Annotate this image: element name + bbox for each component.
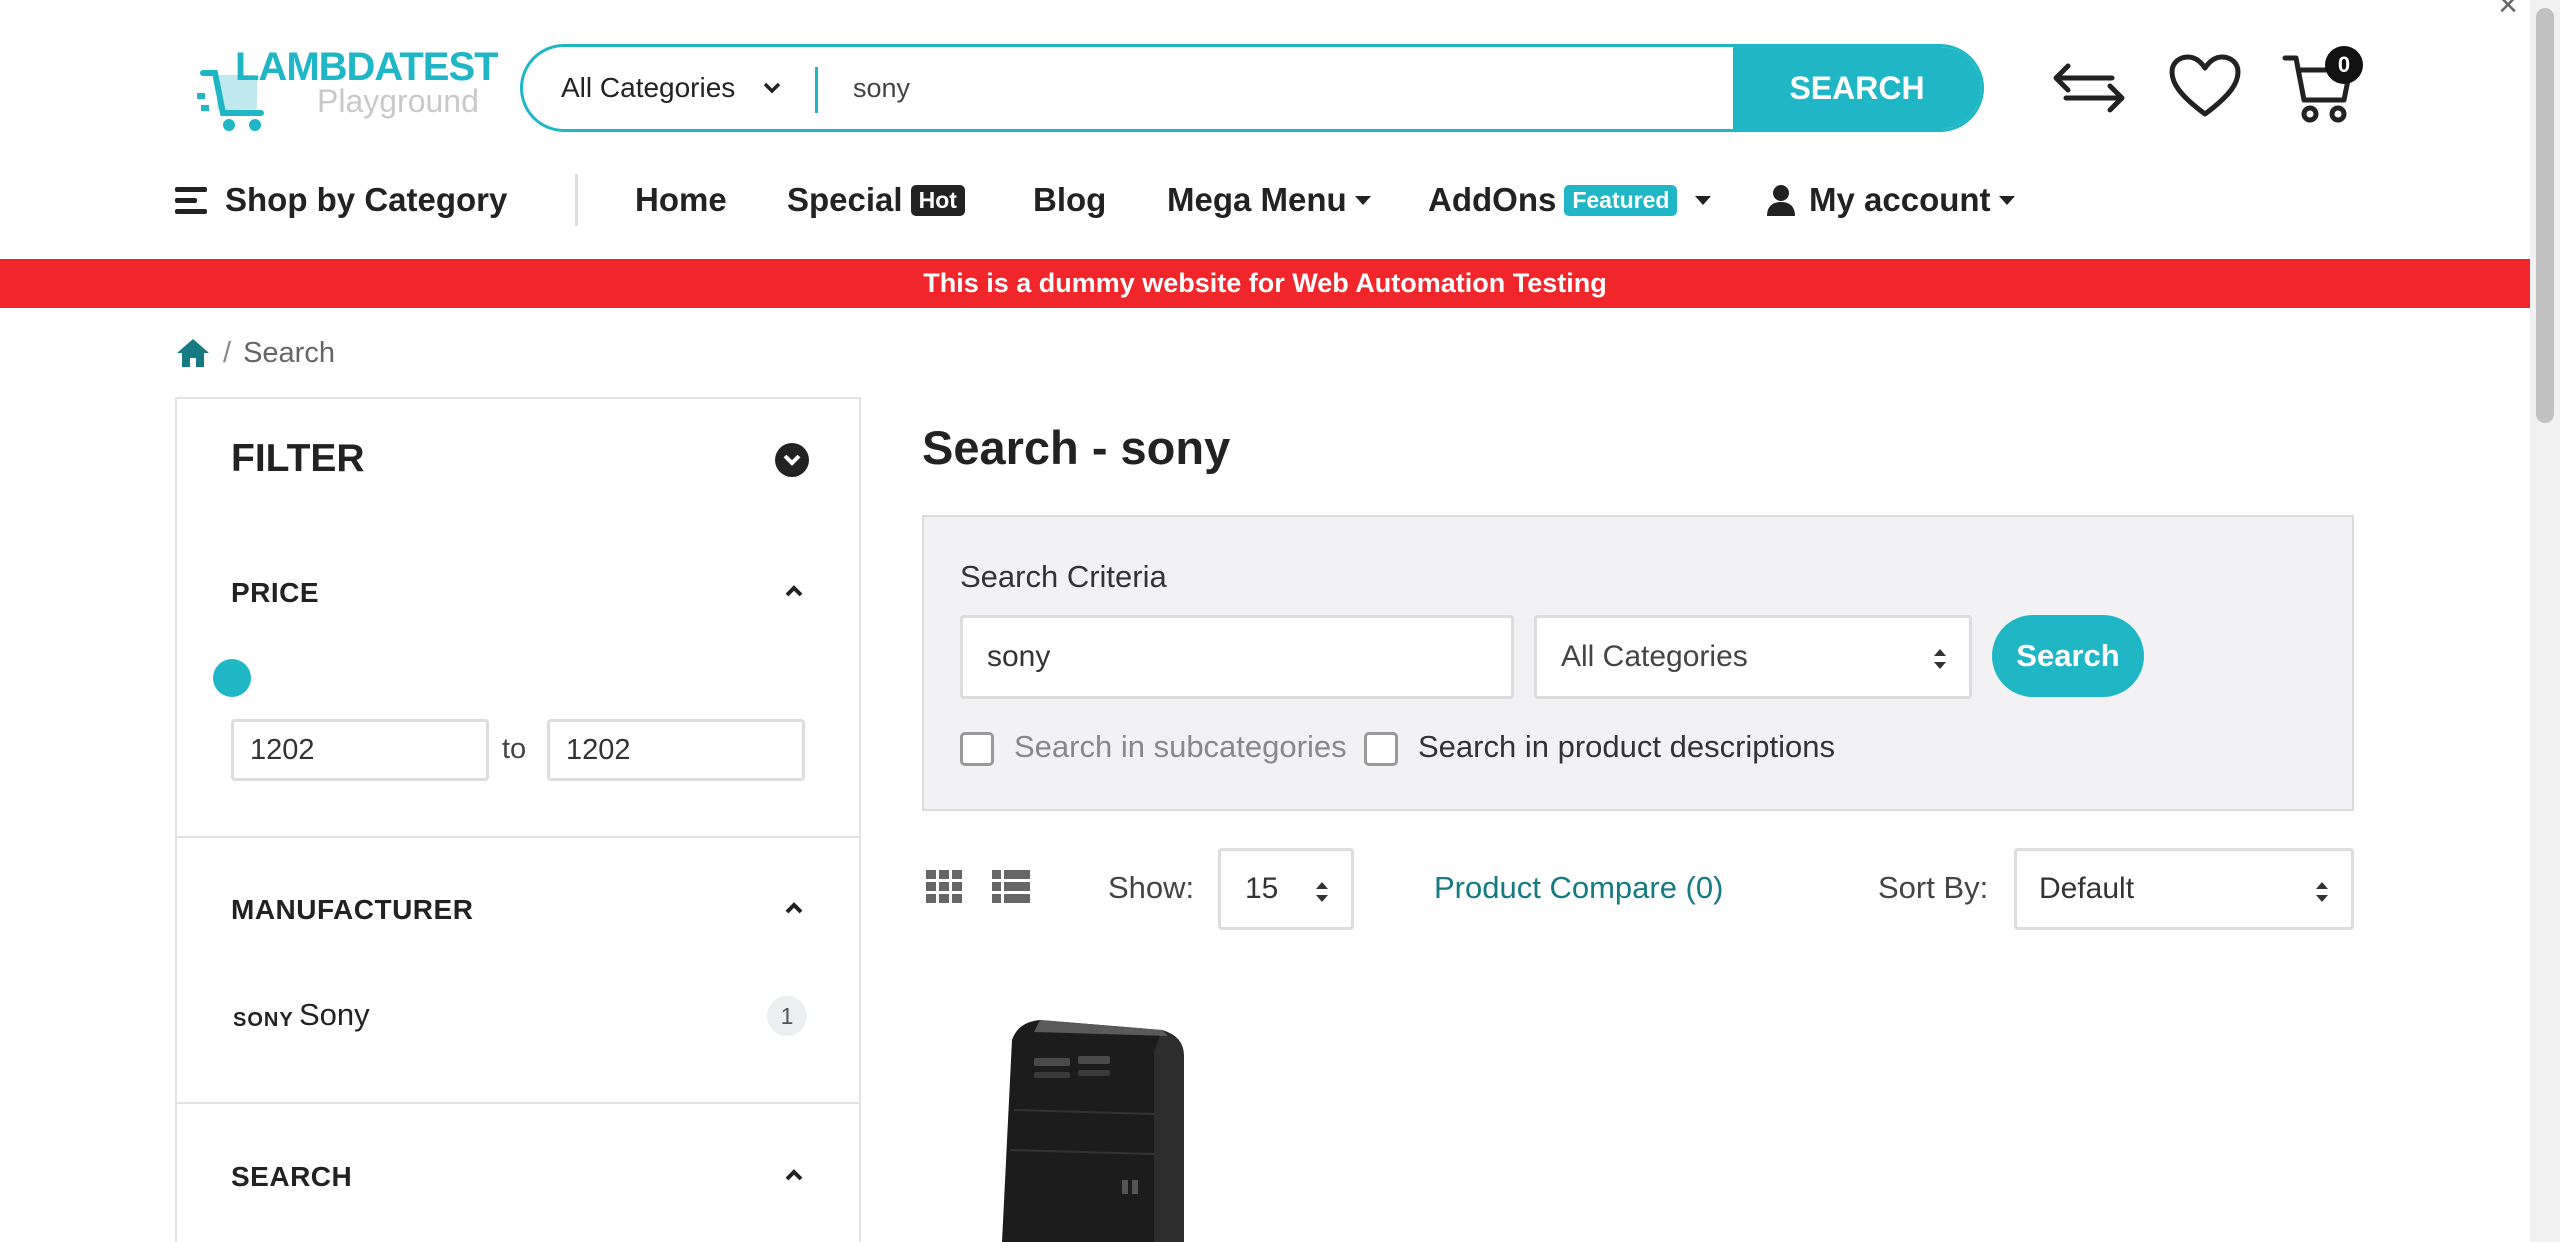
nav-home[interactable]: Home (635, 172, 727, 228)
descriptions-checkbox[interactable] (1364, 732, 1398, 766)
scrollbar-thumb[interactable] (2536, 8, 2554, 423)
search-divider (815, 67, 818, 113)
criteria-search-input[interactable]: sony (960, 615, 1514, 699)
logo-text-secondary: Playground (317, 83, 479, 119)
price-slider-handle[interactable] (213, 659, 251, 697)
price-heading[interactable]: PRICE (231, 577, 319, 609)
criteria-category-select[interactable]: All Categories (1534, 615, 1972, 699)
filter-title: FILTER (231, 437, 365, 480)
nav-special[interactable]: Special Hot (787, 172, 965, 228)
show-limit-value: 15 (1245, 872, 1279, 905)
nav-blog[interactable]: Blog (1033, 172, 1106, 228)
sort-select[interactable]: Default (2014, 848, 2354, 930)
site-logo[interactable]: LAMBDATEST Playground (195, 45, 499, 140)
sony-logo: SONY (233, 1009, 294, 1031)
criteria-category-value: All Categories (1561, 640, 1748, 673)
shop-by-category-menu[interactable]: Shop by Category (175, 172, 507, 228)
show-label: Show: (1108, 870, 1195, 905)
page-title: Search - sony (922, 421, 1231, 474)
results-toolbar: Show: 15 Product Compare (0) Sort By: De… (922, 848, 2354, 930)
nav-divider (575, 174, 578, 226)
product-compare-link[interactable]: Product Compare (0) (1434, 870, 1723, 906)
user-icon (1767, 185, 1795, 216)
sort-label: Sort By: (1878, 870, 1989, 905)
caret-down-icon (1354, 195, 1371, 205)
home-icon[interactable] (175, 337, 211, 369)
search-criteria-label: Search Criteria (960, 559, 1167, 594)
price-min-input[interactable]: 1202 (231, 719, 489, 781)
manufacturer-sony[interactable]: Sony (299, 997, 370, 1033)
chevron-up-icon[interactable] (784, 900, 804, 916)
product-image[interactable] (922, 980, 1362, 1242)
heart-icon[interactable] (2168, 54, 2242, 120)
criteria-search-button[interactable]: Search (1992, 615, 2144, 697)
breadcrumb-separator: / (223, 336, 232, 369)
category-dropdown[interactable]: All Categories (523, 47, 823, 129)
caret-down-icon (1695, 195, 1712, 205)
compare-arrows-icon[interactable] (2052, 58, 2126, 118)
select-arrows-icon (1934, 649, 1946, 669)
notice-banner: This is a dummy website for Web Automati… (0, 259, 2530, 308)
header-search-bar: All Categories sony SEARCH (520, 44, 1984, 132)
subcategories-label: Search in subcategories (1014, 729, 1347, 764)
sidebar-divider (177, 836, 859, 838)
page: LAMBDATEST Playground All Categories son… (0, 0, 2530, 1242)
featured-tag: Featured (1564, 184, 1678, 216)
subcategories-checkbox[interactable] (960, 732, 994, 766)
chevron-down-icon (763, 82, 781, 94)
show-limit-select[interactable]: 15 (1218, 848, 1354, 930)
sort-value: Default (2039, 872, 2135, 905)
cart-count-badge: 0 (2325, 46, 2363, 84)
search-heading[interactable]: SEARCH (231, 1161, 352, 1193)
chevron-up-icon[interactable] (784, 583, 804, 599)
sidebar-divider (177, 1102, 859, 1104)
search-button[interactable]: SEARCH (1733, 47, 1981, 129)
search-criteria-panel: Search Criteria sony All Categories Sear… (922, 515, 2354, 811)
hot-tag: Hot (910, 184, 965, 216)
select-arrows-icon (1316, 882, 1328, 902)
search-input[interactable]: sony (853, 47, 910, 129)
menu-icon (175, 187, 207, 214)
category-dropdown-label: All Categories (561, 72, 736, 103)
close-icon[interactable]: × (2498, 0, 2518, 25)
descriptions-label: Search in product descriptions (1418, 729, 1836, 764)
breadcrumb: / Search (175, 335, 335, 371)
nav-my-account[interactable]: My account (1767, 172, 2015, 228)
price-max-input[interactable]: 1202 (547, 719, 805, 781)
chevron-up-icon[interactable] (784, 1167, 804, 1183)
shop-by-category-label: Shop by Category (225, 181, 508, 218)
list-view-icon[interactable] (992, 870, 1030, 904)
manufacturer-heading[interactable]: MANUFACTURER (231, 894, 473, 926)
main-nav: Shop by Category Home Special Hot Blog M… (175, 172, 2075, 228)
grid-view-icon[interactable] (926, 870, 962, 904)
filter-collapse-icon[interactable] (775, 443, 809, 477)
nav-addons[interactable]: AddOns Featured (1428, 172, 1712, 228)
nav-mega-menu-label: Mega Menu (1167, 181, 1347, 218)
nav-mega-menu[interactable]: Mega Menu (1167, 172, 1371, 228)
nav-my-account-label: My account (1809, 181, 1991, 218)
filter-sidebar: FILTER PRICE 1202 to 1202 MANUFACTURER S… (175, 397, 861, 1242)
breadcrumb-current: Search (243, 336, 335, 369)
caret-down-icon (1998, 195, 2015, 205)
nav-addons-label: AddOns (1428, 181, 1557, 218)
nav-special-label: Special (787, 181, 903, 218)
select-arrows-icon (2316, 882, 2328, 902)
manufacturer-count-badge: 1 (767, 996, 807, 1036)
page-scrollbar[interactable] (2530, 0, 2560, 1242)
price-to-label: to (502, 733, 527, 765)
